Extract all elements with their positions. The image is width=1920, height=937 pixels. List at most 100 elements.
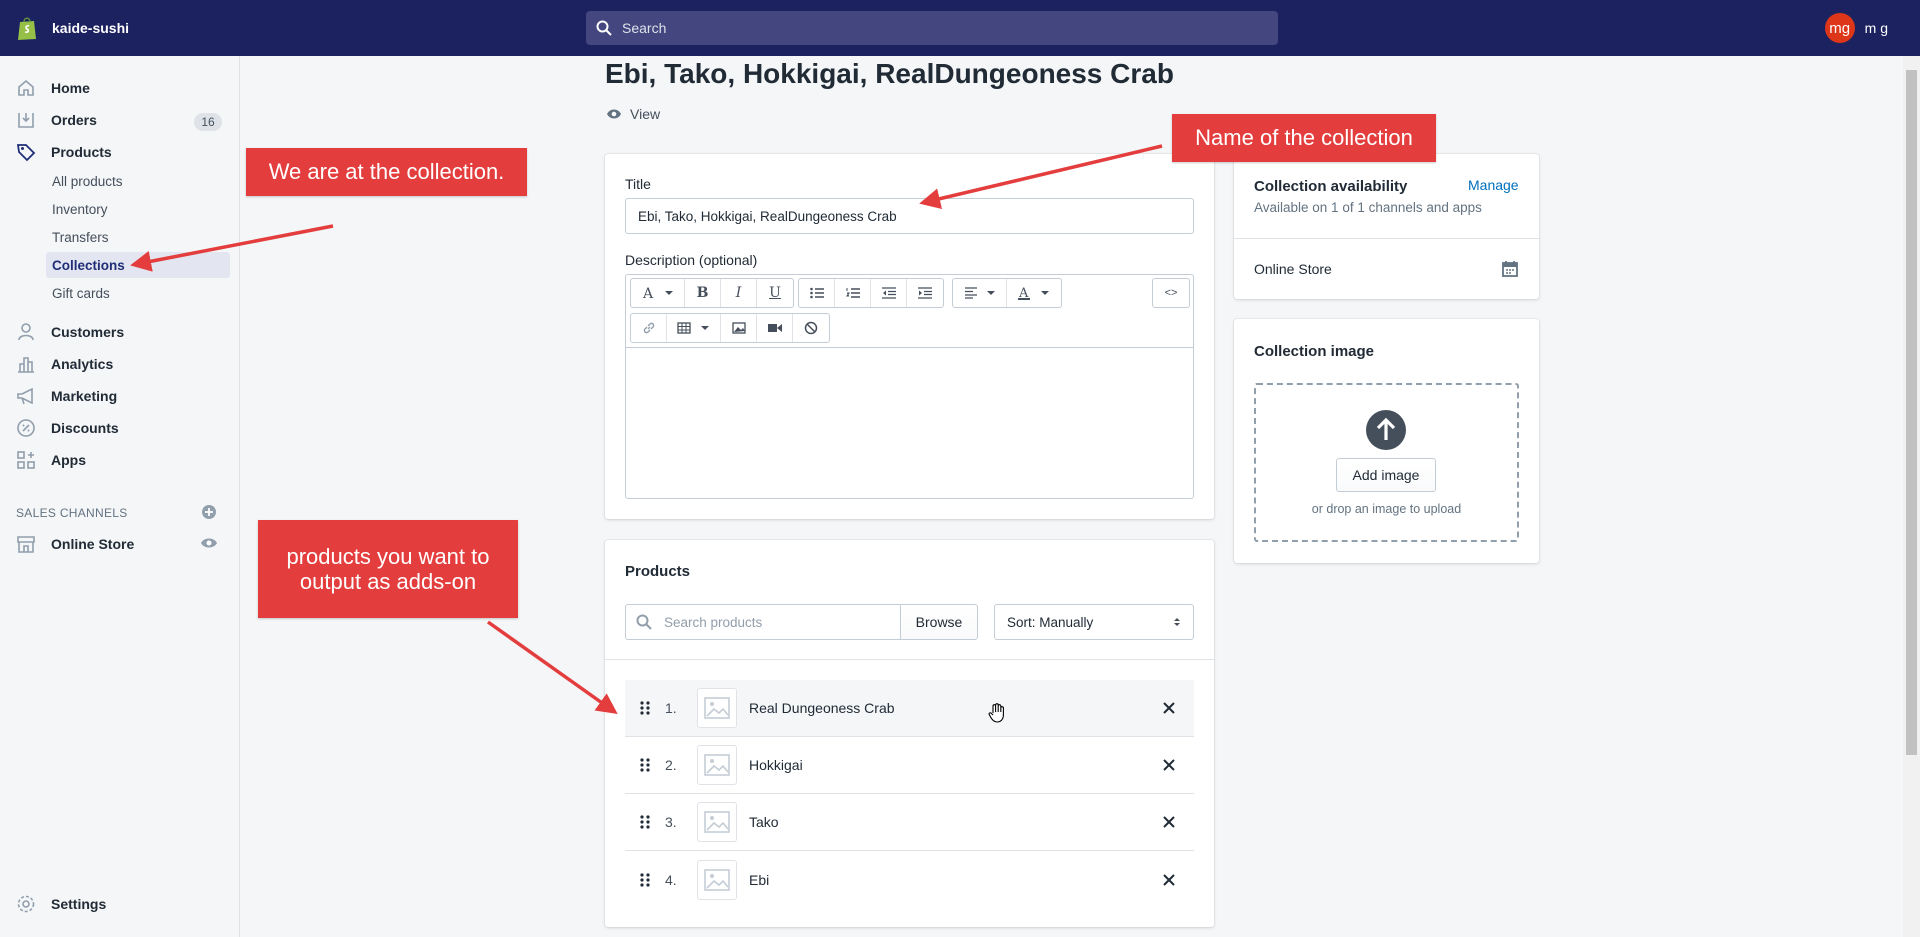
description-label: Description (optional) xyxy=(625,252,758,268)
clear-formatting-button[interactable] xyxy=(793,314,829,342)
remove-product-button[interactable] xyxy=(1144,759,1194,771)
page-scrollbar[interactable] xyxy=(1903,56,1920,937)
scrollbar-thumb[interactable] xyxy=(1906,70,1917,755)
product-thumbnail xyxy=(697,802,737,842)
product-row[interactable]: 4. Ebi xyxy=(625,851,1194,908)
sidebar-item-label: Analytics xyxy=(51,356,114,372)
page-title: Ebi, Tako, Hokkigai, RealDungeoness Crab xyxy=(605,58,1174,89)
product-thumbnail xyxy=(697,859,737,900)
sidebar-item-marketing[interactable]: Marketing xyxy=(16,384,117,408)
sidebar-item-label: Discounts xyxy=(51,420,119,436)
clear-format-icon xyxy=(804,321,818,335)
sidebar-item-collections[interactable]: Collections xyxy=(46,252,230,278)
sidebar-item-home[interactable]: Home xyxy=(16,76,90,100)
product-thumbnail xyxy=(697,688,737,728)
link-icon xyxy=(643,322,654,334)
remove-product-button[interactable] xyxy=(1144,873,1194,886)
sidebar-item-inventory[interactable]: Inventory xyxy=(46,196,230,222)
sort-select-value: Sort: Manually xyxy=(1007,614,1094,630)
link-button[interactable] xyxy=(631,314,667,342)
sidebar-item-all-products[interactable]: All products xyxy=(46,168,230,194)
product-name[interactable]: Ebi xyxy=(749,872,1144,888)
sidebar-item-customers[interactable]: Customers xyxy=(16,320,124,344)
upload-arrow-icon xyxy=(1366,410,1406,450)
html-view-button[interactable]: <> xyxy=(1153,279,1189,307)
eye-icon[interactable] xyxy=(200,536,218,550)
user-menu[interactable]: mg m g xyxy=(1824,13,1888,43)
sidebar-item-analytics[interactable]: Analytics xyxy=(16,352,113,376)
store-switcher[interactable]: kaide-sushi xyxy=(16,15,129,41)
sidebar-item-transfers[interactable]: Transfers xyxy=(46,224,230,250)
drag-handle-icon xyxy=(640,701,650,715)
product-name[interactable]: Tako xyxy=(749,814,1144,830)
manage-link[interactable]: Manage xyxy=(1468,177,1519,193)
drag-handle-icon xyxy=(640,872,650,887)
home-icon xyxy=(18,79,34,96)
sidebar-item-online-store[interactable]: Online Store xyxy=(16,532,134,556)
insert-image-button[interactable] xyxy=(721,314,757,342)
product-row[interactable]: 3. Tako xyxy=(625,794,1194,851)
product-name[interactable]: Real Dungeoness Crab xyxy=(749,700,1144,716)
megaphone-icon xyxy=(17,387,33,405)
sidebar-item-label: Customers xyxy=(51,324,125,340)
product-search-input[interactable]: Search products xyxy=(625,604,901,640)
align-toolbar-group: A xyxy=(952,278,1062,308)
person-icon xyxy=(18,323,34,341)
product-position: 2. xyxy=(665,757,677,773)
close-icon xyxy=(1163,816,1175,828)
sort-select[interactable]: Sort: Manually xyxy=(994,604,1194,640)
numbered-list-button[interactable] xyxy=(835,279,871,307)
view-link[interactable]: View xyxy=(606,106,660,122)
remove-product-button[interactable] xyxy=(1144,702,1194,714)
insert-video-button[interactable] xyxy=(757,314,793,342)
top-bar: kaide-sushi Search mg m g xyxy=(0,0,1920,56)
product-row[interactable]: 1. Real Dungeoness Crab xyxy=(625,680,1194,737)
drag-handle[interactable] xyxy=(625,815,665,829)
font-style-button[interactable]: A xyxy=(631,279,685,307)
sidebar-item-label: Online Store xyxy=(51,536,135,552)
drag-handle[interactable] xyxy=(625,872,665,887)
orders-icon xyxy=(18,113,34,128)
drag-handle-icon xyxy=(640,815,650,829)
table-icon xyxy=(676,322,709,334)
sidebar-item-settings[interactable]: Settings xyxy=(16,892,106,916)
product-row[interactable]: 2. Hokkigai xyxy=(625,737,1194,794)
sidebar-item-discounts[interactable]: Discounts xyxy=(16,416,119,440)
product-name[interactable]: Hokkigai xyxy=(749,757,1144,773)
calendar-icon[interactable] xyxy=(1502,260,1518,277)
sidebar-item-apps[interactable]: Apps xyxy=(16,448,86,472)
text-color-button[interactable]: A xyxy=(1007,279,1061,307)
title-label: Title xyxy=(625,176,651,192)
bold-button[interactable]: B xyxy=(685,279,721,307)
channel-name: Online Store xyxy=(1254,261,1332,277)
outdent-button[interactable] xyxy=(871,279,907,307)
italic-button[interactable]: I xyxy=(721,279,757,307)
title-field[interactable]: Ebi, Tako, Hokkigai, RealDungeoness Crab xyxy=(625,198,1194,234)
table-button[interactable] xyxy=(667,314,721,342)
code-icon: <> xyxy=(1164,287,1178,299)
bullet-list-button[interactable] xyxy=(799,279,835,307)
sidebar: Home Orders 16 Products All products Inv… xyxy=(0,56,240,937)
add-image-button[interactable]: Add image xyxy=(1336,458,1436,492)
sidebar-item-label: Marketing xyxy=(51,388,118,404)
product-thumbnail xyxy=(697,745,737,785)
browse-button[interactable]: Browse xyxy=(900,604,978,640)
search-input[interactable]: Search xyxy=(586,11,1278,45)
avatar: mg xyxy=(1824,13,1855,43)
sidebar-item-products[interactable]: Products xyxy=(16,140,112,164)
underline-button[interactable]: U xyxy=(757,279,793,307)
drag-handle[interactable] xyxy=(625,758,665,772)
indent-button[interactable] xyxy=(907,279,943,307)
add-channel-icon[interactable] xyxy=(201,504,217,520)
sidebar-item-orders[interactable]: Orders xyxy=(16,108,97,132)
svg-text:A: A xyxy=(1018,286,1029,300)
drag-handle[interactable] xyxy=(625,701,665,715)
sidebar-item-label: Home xyxy=(51,80,90,96)
align-button[interactable] xyxy=(953,279,1007,307)
annotation-collection-name: Name of the collection xyxy=(1172,114,1436,162)
search-placeholder: Search xyxy=(622,20,667,36)
sidebar-item-gift-cards[interactable]: Gift cards xyxy=(46,280,230,306)
remove-product-button[interactable] xyxy=(1144,816,1194,828)
annotation-at-collection: We are at the collection. xyxy=(246,148,527,196)
products-divider xyxy=(605,659,1214,660)
